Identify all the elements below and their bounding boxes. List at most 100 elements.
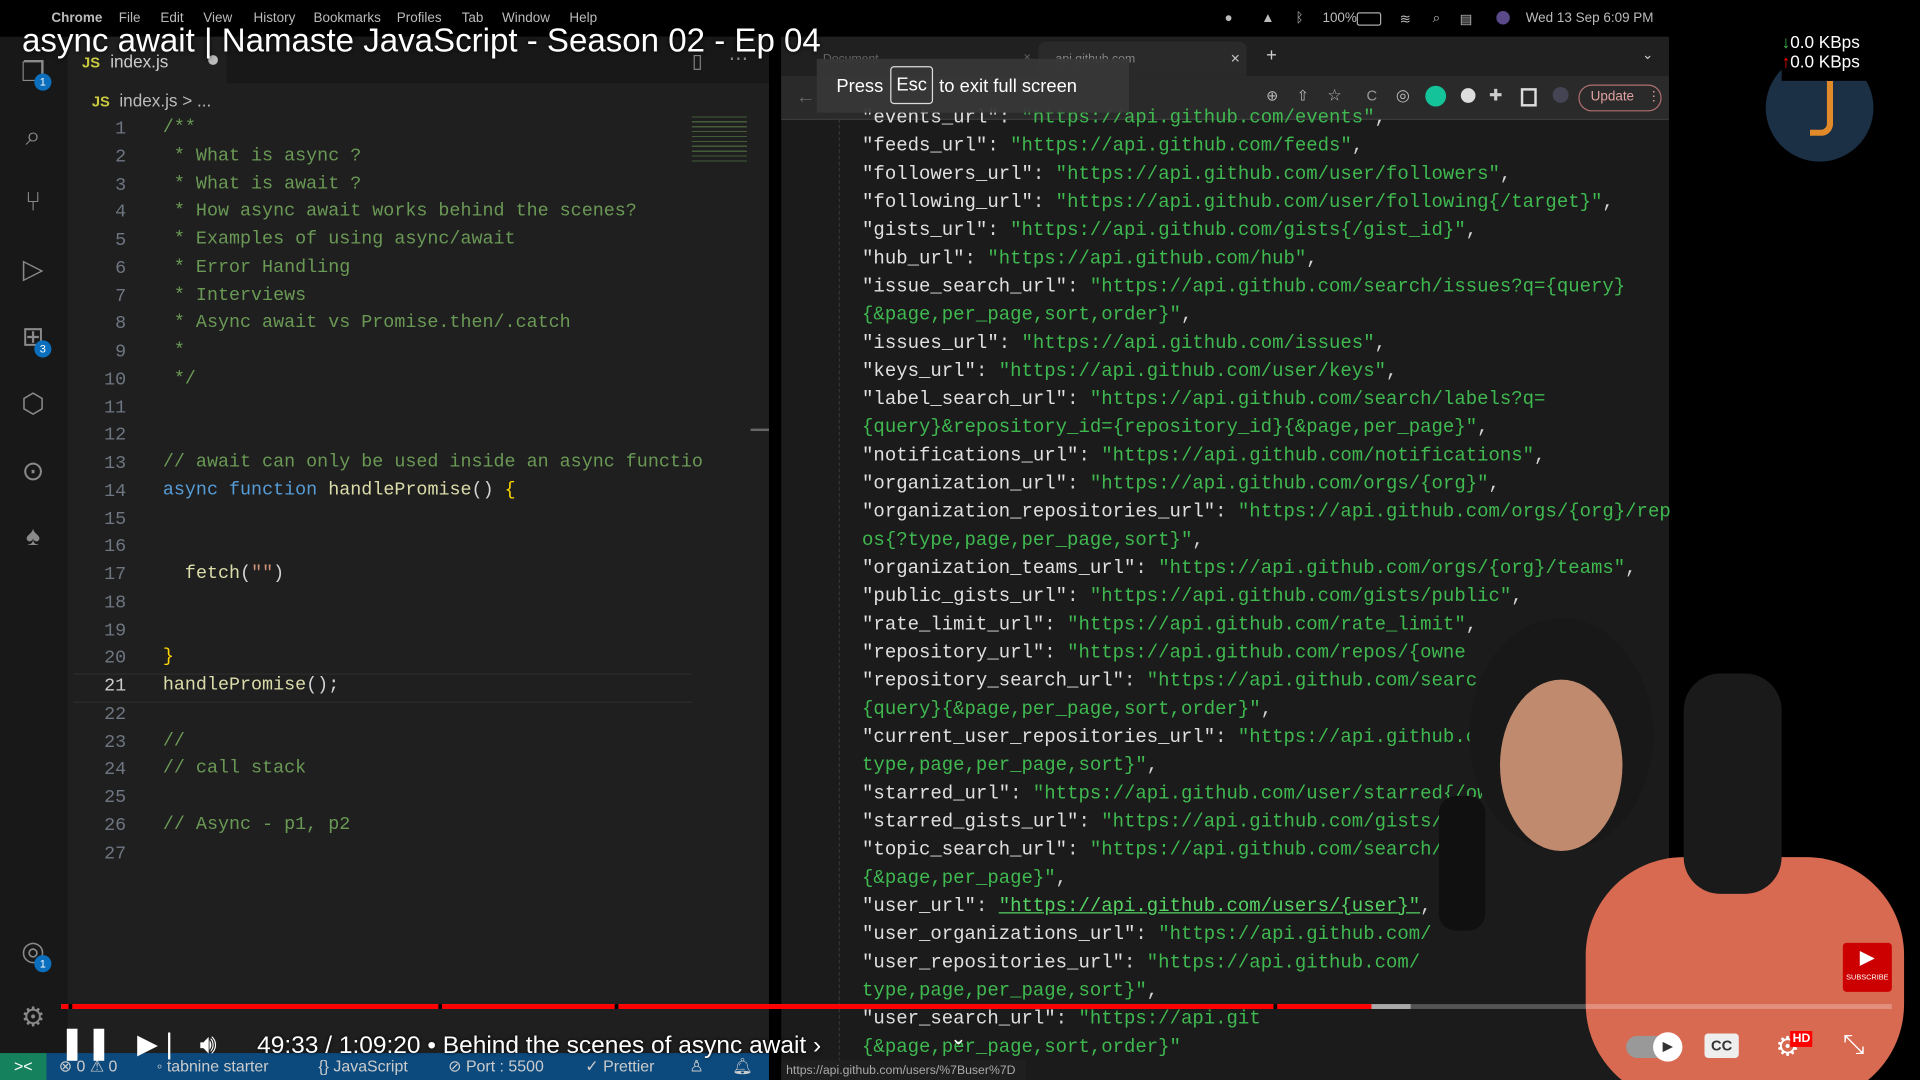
zoom-icon[interactable]: ⊕	[1266, 87, 1278, 104]
code-line[interactable]: /**	[163, 118, 196, 139]
json-value: "https://api.github.com/search/t	[1089, 838, 1455, 861]
code-line[interactable]: * Async await vs Promise.then/.catch	[163, 313, 571, 334]
code-token-comment: // Async - p1, p2	[162, 813, 351, 835]
code-line[interactable]: //	[163, 730, 185, 751]
json-colon: :	[1215, 500, 1238, 523]
run-debug-icon[interactable]: ▷	[15, 251, 52, 288]
new-tab-icon[interactable]: +	[1266, 45, 1277, 66]
json-colon: :	[1032, 162, 1056, 185]
wifi-icon[interactable]: ≋	[1400, 11, 1411, 27]
json-value: {query}&repository_id={repository_id}{&p…	[862, 416, 1478, 439]
code-line[interactable]: * What is await ?	[163, 173, 361, 194]
video-title[interactable]: async await | Namaste JavaScript - Seaso…	[22, 22, 821, 60]
subscribe-button[interactable]: ▶ SUBSCRIBE	[1842, 942, 1892, 992]
extensions-puzzle-icon[interactable]: ✚	[1489, 86, 1502, 106]
code-line[interactable]: * Interviews	[163, 285, 306, 306]
close-tab-icon[interactable]: ×	[1231, 49, 1240, 67]
autoplay-toggle[interactable]: ▶	[1626, 1032, 1683, 1062]
json-link-value[interactable]: "https://api.github.com/users/{user}"	[999, 895, 1420, 917]
remote-explorer-icon[interactable]: ⬡	[15, 386, 52, 423]
line-number: 24	[104, 759, 127, 781]
grammarly-icon[interactable]	[1425, 85, 1447, 107]
code-line[interactable]: */	[163, 368, 196, 389]
code-line[interactable]: fetch("")	[163, 563, 284, 584]
captions-button[interactable]: CC	[1704, 1033, 1739, 1058]
accounts-icon[interactable]: ◎ 1	[15, 933, 52, 973]
code-token-brace: }	[162, 646, 174, 668]
extension-icon[interactable]	[1460, 88, 1476, 103]
code-token-brace: {	[504, 479, 516, 501]
profile-avatar[interactable]	[1552, 86, 1569, 103]
json-colon: :	[1067, 585, 1090, 608]
settings-gear-icon[interactable]: ⚙ HD	[1776, 1031, 1813, 1063]
record-icon[interactable]: ●	[1224, 11, 1232, 26]
pause-button[interactable]: ❚❚	[59, 1024, 112, 1062]
next-button[interactable]: ▶❘	[137, 1029, 180, 1061]
kebab-menu-icon[interactable]: ⋮	[1647, 88, 1660, 104]
code-line[interactable]: // call stack	[163, 758, 306, 779]
json-value: "https://api.git	[1078, 1007, 1261, 1030]
source-control-icon[interactable]: ⑂	[15, 184, 52, 221]
json-punct: ,	[1260, 697, 1273, 721]
played-bar	[61, 1004, 1372, 1009]
extensions-icon[interactable]: ⊞ 3	[15, 318, 52, 358]
code-line[interactable]: * How async await works behind the scene…	[163, 201, 637, 222]
datetime[interactable]: Wed 13 Sep 6:09 PM	[1526, 11, 1654, 26]
json-colon: :	[1010, 782, 1033, 805]
video-progress-bar[interactable]	[61, 1004, 1892, 1009]
chapter-title[interactable]: Behind the scenes of async await	[443, 1032, 807, 1059]
json-line: "repository_url": "https://api.github.co…	[862, 642, 1466, 664]
tab-search-chevron-icon[interactable]: ⌄	[1642, 47, 1653, 63]
code-line[interactable]: // Async - p1, p2	[163, 814, 350, 835]
code-token-comment: * Error Handling	[162, 256, 351, 278]
vlc-icon[interactable]: ▲	[1261, 11, 1274, 26]
volume-button[interactable]: 🔊︎	[200, 1029, 217, 1061]
code-line[interactable]: handlePromise();	[163, 675, 339, 696]
breadcrumb-text: index.js > ...	[119, 90, 212, 111]
json-line: "starred_url": "https://api.github.com/u…	[862, 782, 1511, 804]
code-line[interactable]: * Error Handling	[163, 257, 350, 278]
code-line[interactable]: }	[163, 647, 174, 668]
json-colon: :	[1124, 669, 1147, 692]
code-token-kw: function	[229, 479, 318, 501]
siri-icon[interactable]	[1496, 11, 1510, 25]
json-value: "https://api.github.com/feeds"	[1010, 134, 1352, 157]
json-key: "public_gists_url"	[862, 585, 1068, 608]
git-graph-icon[interactable]: ⊙	[15, 453, 52, 490]
json-colon: :	[975, 360, 999, 383]
json-punct: ,	[1602, 191, 1614, 214]
chapter-chevron-down-icon[interactable]: ⌄	[950, 1026, 966, 1050]
extension-target-icon[interactable]: ◎	[1396, 86, 1410, 106]
extension-icon[interactable]: C	[1367, 87, 1378, 104]
json-value: {query}{&page,per_page,sort,order}"	[862, 697, 1261, 721]
json-line: "gists_url": "https://api.github.com/gis…	[862, 219, 1477, 241]
remote-indicator[interactable]: ><	[0, 1053, 47, 1080]
line-number: 6	[115, 258, 127, 279]
side-panel-icon[interactable]	[1520, 88, 1537, 107]
bookmark-star-icon[interactable]: ☆	[1327, 86, 1341, 106]
control-center-icon[interactable]: ▤	[1460, 11, 1473, 27]
update-button[interactable]: Update ⋮	[1578, 84, 1662, 112]
code-line[interactable]: * What is async ?	[163, 145, 361, 166]
battery-text[interactable]: 100%	[1322, 11, 1356, 26]
breadcrumb[interactable]: JS index.js > ...	[92, 91, 211, 111]
bluetooth-icon[interactable]: ᛒ	[1296, 11, 1304, 26]
minimap[interactable]	[691, 116, 747, 166]
code-line[interactable]: async function handlePromise() {	[163, 480, 516, 501]
fullscreen-message: Press Esc to exit full screen	[816, 58, 1129, 113]
mongodb-leaf-icon[interactable]: ♠	[15, 518, 52, 555]
share-icon[interactable]: ⇧	[1297, 87, 1309, 104]
code-line[interactable]: * Examples of using async/await	[163, 229, 516, 250]
code-line[interactable]: *	[163, 340, 185, 361]
scrollbar-thumb[interactable]	[750, 428, 769, 432]
back-icon[interactable]: ←	[796, 87, 816, 109]
exit-fullscreen-icon[interactable]: ⤡	[1843, 1029, 1865, 1061]
settings-gear-icon[interactable]: ⚙	[15, 999, 52, 1036]
code-line[interactable]: // await can only be used inside an asyn…	[163, 452, 703, 473]
search-icon[interactable]: ⌕	[15, 118, 52, 155]
line-number: 2	[115, 146, 127, 168]
spotlight-icon[interactable]: ⌕	[1433, 11, 1441, 27]
down-value: 0.0 KBps	[1790, 31, 1860, 52]
json-key: "label_search_url"	[862, 388, 1068, 411]
